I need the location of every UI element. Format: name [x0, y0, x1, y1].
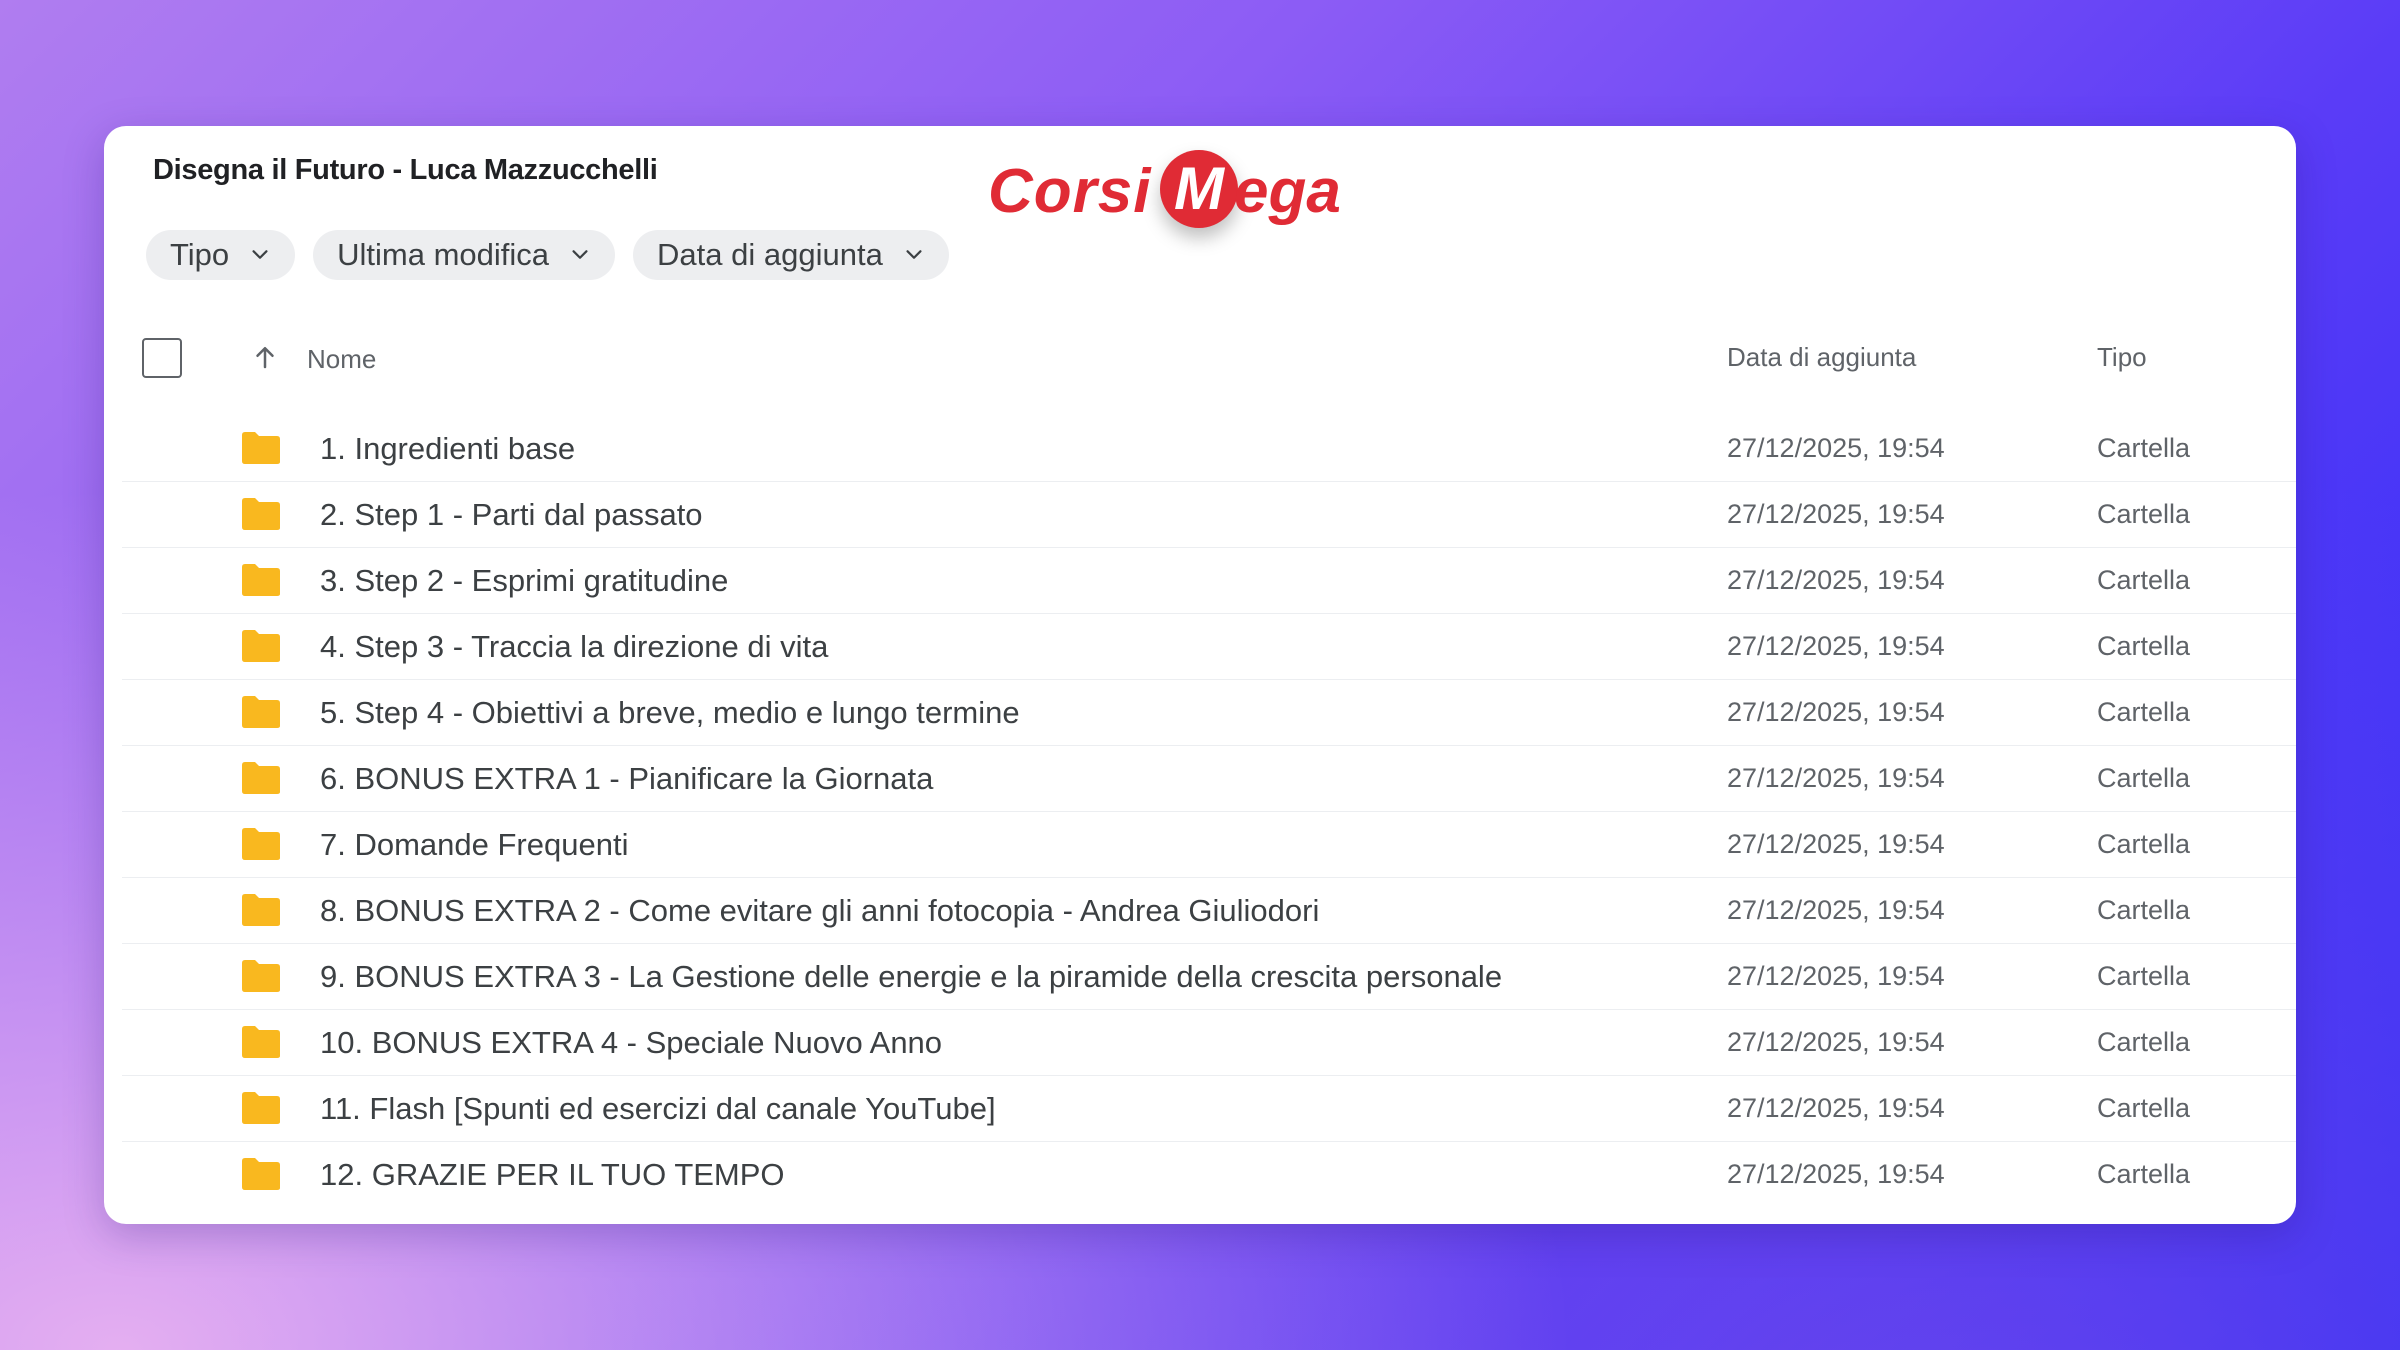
date-added: 27/12/2025, 19:54 — [1727, 631, 1945, 661]
folder-icon — [242, 1092, 280, 1124]
item-type: Cartella — [2097, 829, 2191, 859]
logo-text-ega: ega — [1234, 157, 1341, 226]
date-added: 27/12/2025, 19:54 — [1727, 895, 1945, 925]
filter-data-di-aggiunta[interactable]: Data di aggiunta — [633, 230, 949, 280]
file-browser-panel: Disegna il Futuro - Luca Mazzucchelli Co… — [104, 126, 2296, 1224]
folder-name: 4. Step 3 - Traccia la direzione di vita — [320, 629, 829, 664]
item-type: Cartella — [2097, 565, 2191, 595]
folder-icon — [242, 696, 280, 728]
select-all-checkbox[interactable] — [142, 338, 182, 378]
corsi-mega-logo: Corsi M ega — [988, 150, 1348, 240]
folder-icon — [242, 960, 280, 992]
item-type: Cartella — [2097, 499, 2191, 529]
item-type: Cartella — [2097, 433, 2191, 463]
table-row[interactable]: 7. Domande Frequenti 27/12/2025, 19:54 Car… — [104, 812, 2296, 878]
date-added: 27/12/2025, 19:54 — [1727, 565, 1945, 595]
table-row[interactable]: 4. Step 3 - Traccia la direzione di vita… — [104, 614, 2296, 680]
table-row[interactable]: 12. GRAZIE PER IL TUO TEMPO 27/12/2025, 1… — [104, 1142, 2296, 1208]
column-header-date-added[interactable]: Data di aggiunta — [1727, 342, 1916, 373]
chevron-down-icon — [572, 250, 588, 259]
folder-icon — [242, 498, 280, 530]
folder-icon — [242, 762, 280, 794]
logo-circle-m: M — [1160, 150, 1238, 228]
chevron-down-icon — [252, 250, 268, 259]
folder-icon — [242, 630, 280, 662]
date-added: 27/12/2025, 19:54 — [1727, 1093, 1945, 1123]
folder-icon — [242, 564, 280, 596]
table-row[interactable]: 11. Flash [Spunti ed esercizi dal canale… — [104, 1076, 2296, 1142]
filter-data-di-aggiunta-label: Data di aggiunta — [657, 237, 883, 272]
item-type: Cartella — [2097, 895, 2191, 925]
table-row[interactable]: 8. BONUS EXTRA 2 - Come evitare gli anni… — [104, 878, 2296, 944]
arrow-up-icon[interactable] — [250, 342, 280, 372]
folder-icon — [242, 894, 280, 926]
folder-name: 2. Step 1 - Parti dal passato — [320, 497, 703, 532]
folder-name: 12. GRAZIE PER IL TUO TEMPO — [320, 1157, 785, 1192]
column-header-type[interactable]: Tipo — [2097, 342, 2147, 373]
logo-text-corsi: Corsi — [988, 157, 1152, 226]
table-row[interactable]: 6. BONUS EXTRA 1 - Pianificare la Giorna… — [104, 746, 2296, 812]
date-added: 27/12/2025, 19:54 — [1727, 961, 1945, 991]
table-header: Nome Data di aggiunta Tipo — [104, 322, 2296, 396]
filter-bar: Tipo Ultima modifica Data di aggiunta — [146, 230, 949, 280]
folder-name: 7. Domande Frequenti — [320, 827, 629, 862]
item-type: Cartella — [2097, 697, 2191, 727]
table-row[interactable]: 5. Step 4 - Obiettivi a breve, medio e l… — [104, 680, 2296, 746]
filter-ultima-modifica-label: Ultima modifica — [337, 237, 550, 272]
date-added: 27/12/2025, 19:54 — [1727, 763, 1945, 793]
item-type: Cartella — [2097, 1093, 2191, 1123]
date-added: 27/12/2025, 19:54 — [1727, 499, 1945, 529]
filter-ultima-modifica[interactable]: Ultima modifica — [313, 230, 616, 280]
folder-name: 10. BONUS EXTRA 4 - Speciale Nuovo Anno — [320, 1025, 943, 1060]
date-added: 27/12/2025, 19:54 — [1727, 697, 1945, 727]
table-row[interactable]: 1. Ingredienti base 27/12/2025, 19:54 Cart… — [104, 416, 2296, 482]
folder-name: 8. BONUS EXTRA 2 - Come evitare gli anni… — [320, 893, 1320, 928]
folder-name: 6. BONUS EXTRA 1 - Pianificare la Giorna… — [320, 761, 934, 796]
chevron-down-icon — [906, 250, 922, 259]
date-added: 27/12/2025, 19:54 — [1727, 829, 1945, 859]
table-row[interactable]: 10. BONUS EXTRA 4 - Speciale Nuovo Anno 2… — [104, 1010, 2296, 1076]
table-row[interactable]: 2. Step 1 - Parti dal passato 27/12/2025,… — [104, 482, 2296, 548]
table-row[interactable]: 9. BONUS EXTRA 3 - La Gestione delle ene… — [104, 944, 2296, 1010]
item-type: Cartella — [2097, 1159, 2191, 1189]
page-title: Disegna il Futuro - Luca Mazzucchelli — [153, 154, 658, 186]
table-row[interactable]: 3. Step 2 - Esprimi gratitudine 27/12/202… — [104, 548, 2296, 614]
folder-icon — [242, 1026, 280, 1058]
item-type: Cartella — [2097, 631, 2191, 661]
item-type: Cartella — [2097, 1027, 2191, 1057]
item-type: Cartella — [2097, 961, 2191, 991]
date-added: 27/12/2025, 19:54 — [1727, 433, 1945, 463]
folder-icon — [242, 432, 280, 464]
folder-name: 3. Step 2 - Esprimi gratitudine — [320, 563, 729, 598]
item-type: Cartella — [2097, 763, 2191, 793]
filter-tipo-label: Tipo — [170, 237, 230, 272]
folder-name: 1. Ingredienti base — [320, 431, 576, 466]
file-list: 1. Ingredienti base 27/12/2025, 19:54 Cart… — [104, 416, 2296, 1208]
folder-name: 5. Step 4 - Obiettivi a breve, medio e l… — [320, 695, 1020, 730]
filter-tipo[interactable]: Tipo — [146, 230, 296, 280]
folder-name: 9. BONUS EXTRA 3 - La Gestione delle ene… — [320, 959, 1503, 994]
folder-name: 11. Flash [Spunti ed esercizi dal canale… — [320, 1091, 996, 1126]
date-added: 27/12/2025, 19:54 — [1727, 1159, 1945, 1189]
date-added: 27/12/2025, 19:54 — [1727, 1027, 1945, 1057]
folder-icon — [242, 1158, 280, 1190]
folder-icon — [242, 828, 280, 860]
column-header-name[interactable]: Nome — [307, 344, 376, 375]
